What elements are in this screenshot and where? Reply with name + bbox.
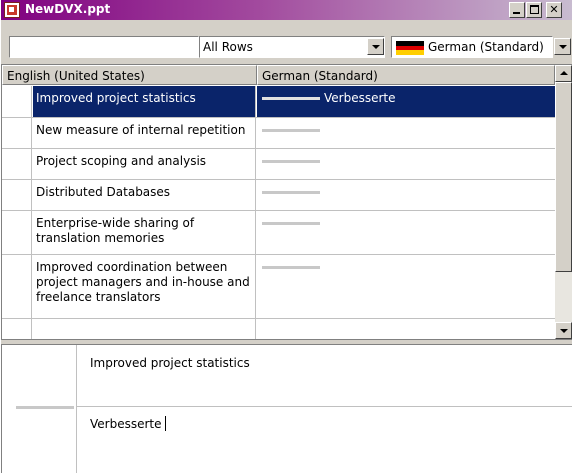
- column-header-target[interactable]: German (Standard): [257, 65, 555, 85]
- progress-bar: [262, 222, 320, 225]
- target-text-editor[interactable]: Verbesserte: [77, 407, 572, 473]
- title-bar[interactable]: NewDVX.ppt ✕: [1, 0, 572, 20]
- app-window: NewDVX.ppt ✕ All Rows German (Standard) …: [0, 0, 572, 473]
- maximize-icon: [530, 5, 539, 14]
- column-header-source[interactable]: English (United States): [2, 65, 257, 85]
- source-cell[interactable]: [33, 319, 256, 339]
- source-cell[interactable]: Distributed Databases: [33, 180, 256, 210]
- row-filter-value: All Rows: [203, 40, 253, 54]
- source-cell[interactable]: New measure of internal repetition: [33, 118, 256, 148]
- progress-bar: [262, 129, 320, 132]
- target-cell[interactable]: Verbesserte: [257, 86, 555, 117]
- progress-bar: [262, 191, 320, 194]
- vertical-scrollbar[interactable]: [555, 65, 572, 339]
- table-row[interactable]: Project scoping and analysis: [2, 149, 555, 180]
- progress-bar: [262, 97, 320, 100]
- progress-bar: [16, 406, 74, 409]
- segment-field[interactable]: [9, 36, 199, 58]
- row-filter-dropdown-button[interactable]: [367, 38, 384, 55]
- arrow-up-icon: [560, 71, 568, 75]
- target-cell[interactable]: [257, 149, 555, 179]
- target-text: Verbesserte: [90, 417, 162, 431]
- table-row[interactable]: New measure of internal repetition: [2, 118, 555, 149]
- source-text: Improved project statistics: [90, 356, 250, 370]
- scroll-up-button[interactable]: [555, 65, 572, 82]
- table-row[interactable]: Improved coordination between project ma…: [2, 255, 555, 319]
- table-row[interactable]: Improved project statistics Verbesserte: [2, 86, 555, 118]
- row-gutter: [2, 180, 32, 210]
- toolbar: All Rows German (Standard): [1, 36, 572, 58]
- close-icon: ✕: [549, 3, 559, 16]
- source-cell[interactable]: Project scoping and analysis: [33, 149, 256, 179]
- chevron-down-icon: [559, 45, 567, 49]
- grid-header: English (United States) German (Standard…: [2, 65, 555, 85]
- window-title: NewDVX.ppt: [25, 2, 111, 16]
- scroll-thumb[interactable]: [555, 82, 572, 272]
- target-text: Verbesserte: [324, 91, 396, 105]
- target-cell[interactable]: [257, 118, 555, 148]
- row-gutter: [2, 149, 32, 179]
- scroll-down-button[interactable]: [555, 322, 572, 339]
- source-cell[interactable]: Enterprise-wide sharing of translation m…: [33, 211, 256, 254]
- progress-bar: [262, 266, 320, 269]
- row-gutter: [2, 211, 32, 254]
- target-cell[interactable]: [257, 211, 555, 254]
- flag-stripe: [396, 50, 424, 55]
- source-text-pane: Improved project statistics: [77, 345, 572, 407]
- progress-bar: [262, 160, 320, 163]
- german-flag-icon: [396, 41, 424, 55]
- row-gutter: [2, 319, 32, 339]
- text-caret: [164, 416, 166, 431]
- language-value: German (Standard): [428, 40, 544, 54]
- minimize-icon: [513, 12, 520, 14]
- table-row[interactable]: Distributed Databases: [2, 180, 555, 211]
- maximize-button[interactable]: [526, 2, 542, 18]
- row-gutter: [2, 255, 32, 318]
- language-dropdown-button[interactable]: [554, 38, 571, 55]
- table-row[interactable]: Enterprise-wide sharing of translation m…: [2, 211, 555, 255]
- row-filter-select[interactable]: All Rows: [199, 36, 385, 58]
- segment-editor: Improved project statistics Verbesserte: [1, 345, 572, 473]
- row-gutter: [2, 118, 32, 148]
- language-select[interactable]: German (Standard): [391, 36, 553, 58]
- minimize-button[interactable]: [509, 2, 525, 18]
- source-cell[interactable]: Improved project statistics: [33, 86, 256, 117]
- source-cell[interactable]: Improved coordination between project ma…: [33, 255, 256, 318]
- row-gutter: [2, 86, 32, 117]
- translation-grid: English (United States) German (Standard…: [1, 64, 572, 340]
- table-row[interactable]: [2, 319, 555, 339]
- target-cell[interactable]: [257, 180, 555, 210]
- target-cell[interactable]: [257, 255, 555, 318]
- chevron-down-icon: [372, 45, 380, 49]
- target-cell[interactable]: [257, 319, 555, 339]
- arrow-down-icon: [560, 329, 568, 333]
- editor-gutter: [2, 345, 77, 473]
- document-icon[interactable]: [4, 2, 20, 18]
- close-button[interactable]: ✕: [546, 2, 562, 18]
